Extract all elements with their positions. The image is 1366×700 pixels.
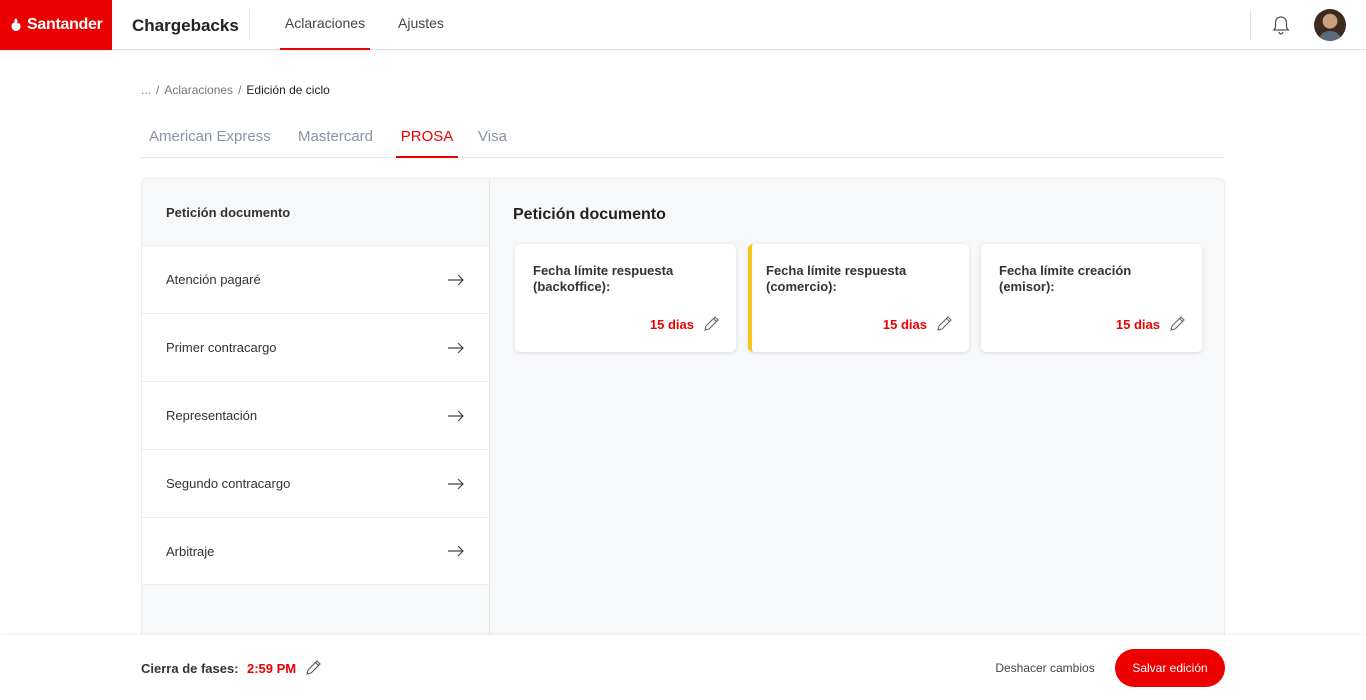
phase-close-label: Cierra de fases:	[141, 661, 239, 676]
arrow-right-icon	[448, 545, 464, 557]
phase-item-segundo-contracargo[interactable]: Segundo contracargo	[142, 449, 489, 517]
card-value: 15 dias	[649, 317, 694, 332]
header-divider	[249, 10, 250, 40]
phase-item-representacion[interactable]: Representación	[142, 381, 489, 449]
undo-changes-button[interactable]: Deshacer cambios	[982, 654, 1108, 682]
phase-item-atencion-pagare[interactable]: Atención pagaré	[142, 245, 489, 313]
pencil-icon[interactable]	[305, 659, 322, 676]
footer-bar: Cierra de fases: 2:59 PM Deshacer cambio…	[0, 635, 1366, 700]
phase-item-label: Segundo contracargo	[166, 476, 291, 491]
phase-item-label: Arbitraje	[166, 543, 215, 559]
tab-prosa[interactable]: PROSA	[396, 128, 458, 158]
detail-title: Petición documento	[513, 206, 666, 223]
cycle-panel: Petición documento Atención pagaré Prime…	[141, 178, 1225, 649]
arrow-right-icon	[448, 274, 464, 285]
nav-aclaraciones[interactable]: Aclaraciones	[280, 15, 370, 50]
deadline-card-backoffice: Fecha límite respuesta (backoffice): 15 …	[515, 244, 736, 352]
breadcrumb: ... / Aclaraciones / Edición de ciclo	[141, 83, 330, 97]
breadcrumb-separator: /	[238, 83, 242, 97]
tab-visa[interactable]: Visa	[478, 128, 507, 158]
breadcrumb-separator: /	[156, 83, 160, 97]
tab-mastercard[interactable]: Mastercard	[298, 128, 373, 158]
santander-logo[interactable]: Santander	[0, 0, 112, 50]
phase-item-primer-contracargo[interactable]: Primer contracargo	[142, 313, 489, 381]
pencil-icon[interactable]	[703, 315, 720, 332]
header-divider-right	[1250, 10, 1251, 40]
tab-american-express[interactable]: American Express	[149, 128, 271, 158]
phase-item-label: Representación	[166, 408, 258, 423]
phase-sidebar-header[interactable]: Petición documento	[166, 205, 290, 220]
app-title: Chargebacks	[132, 16, 239, 35]
avatar[interactable]	[1314, 9, 1346, 41]
top-header: Santander Chargebacks Aclaraciones Ajust…	[0, 0, 1366, 50]
nav-ajustes[interactable]: Ajustes	[398, 15, 444, 50]
card-label: Fecha límite respuesta (comercio):	[766, 263, 907, 294]
pencil-icon[interactable]	[936, 315, 953, 332]
phase-item-arbitraje[interactable]: Arbitraje	[142, 517, 489, 585]
deadline-card-comercio: Fecha límite respuesta (comercio): 15 di…	[748, 244, 969, 352]
deadline-card-emisor: Fecha límite creación (emisor): 15 dias	[981, 244, 1202, 352]
pencil-icon[interactable]	[1169, 315, 1186, 332]
card-value: 15 dias	[1115, 317, 1160, 332]
arrow-right-icon	[448, 342, 464, 353]
breadcrumb-current: Edición de ciclo	[246, 83, 330, 97]
phase-item-label: Atención pagaré	[166, 272, 261, 287]
brand-name: Santander	[27, 16, 103, 33]
card-label: Fecha límite respuesta (backoffice):	[533, 263, 674, 294]
save-edit-button[interactable]: Salvar edición	[1115, 649, 1225, 687]
phase-list: Atención pagaré Primer contracargo Repre…	[142, 245, 489, 585]
card-label: Fecha límite creación (emisor):	[999, 263, 1132, 294]
breadcrumb-ellipsis[interactable]: ...	[141, 83, 151, 97]
arrow-right-icon	[448, 478, 464, 489]
phase-sidebar: Petición documento Atención pagaré Prime…	[142, 179, 490, 649]
phase-close-time: 2:59 PM	[247, 661, 297, 676]
breadcrumb-aclaraciones[interactable]: Aclaraciones	[164, 83, 233, 97]
card-value: 15 dias	[882, 317, 927, 332]
phase-item-label: Primer contracargo	[166, 340, 277, 355]
bell-icon[interactable]	[1270, 14, 1292, 36]
flame-icon	[11, 18, 21, 31]
arrow-right-icon	[448, 410, 464, 421]
network-tabs: American Express Mastercard PROSA Visa	[141, 118, 1224, 158]
